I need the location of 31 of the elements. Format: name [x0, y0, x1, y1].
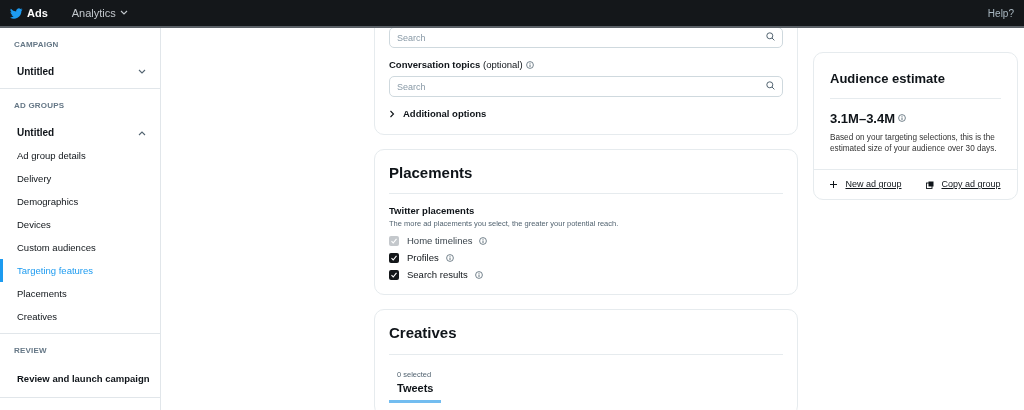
sidebar-item[interactable]: Placements: [0, 282, 160, 305]
checkbox-label: Home timelines: [407, 233, 473, 248]
sidebar-item[interactable]: Creatives: [0, 305, 160, 328]
checkbox-label: Profiles: [407, 250, 439, 265]
action-link[interactable]: Copy ad group: [941, 177, 1001, 192]
sidebar-group[interactable]: Untitled: [0, 121, 160, 144]
field-label: Conversation topics (optional): [389, 58, 523, 72]
section-header: CAMPAIGN: [13, 39, 60, 51]
section-header: REVIEW: [13, 345, 48, 357]
action-link[interactable]: New ad group: [845, 177, 902, 192]
section-subtitle: Twitter placements: [389, 204, 476, 218]
sidebar-item[interactable]: Demographics: [0, 190, 160, 213]
sidebar-item[interactable]: Devices: [0, 213, 160, 236]
sidebar-item[interactable]: Ad group details: [0, 144, 160, 167]
sidebar-group[interactable]: Untitled: [0, 60, 160, 83]
sidebar-item[interactable]: Delivery: [0, 167, 160, 190]
additional-options-toggle[interactable]: Additional options: [389, 107, 487, 122]
brand-name: Ads: [27, 5, 48, 21]
analytics-menu[interactable]: Analytics: [71, 4, 116, 22]
section-header: AD GROUPS: [13, 100, 66, 112]
search-field[interactable]: Search: [389, 28, 783, 48]
description-text: Based on your targeting selections, this is the estimated size of your audience over 30 days.: [830, 132, 998, 155]
card-title: Creatives: [389, 323, 458, 344]
audience-range: 3.1M–3.4M: [830, 109, 896, 128]
search-field[interactable]: Search: [389, 76, 783, 98]
checkbox-label: Search results: [407, 268, 468, 282]
sidebar-item[interactable]: Review and launch campaign: [0, 366, 160, 392]
card-title: Audience estimate: [830, 70, 946, 88]
sidebar-item[interactable]: Custom audiences: [0, 236, 160, 259]
card-title: Placements: [389, 162, 474, 183]
help-link[interactable]: Help?: [987, 5, 1014, 21]
